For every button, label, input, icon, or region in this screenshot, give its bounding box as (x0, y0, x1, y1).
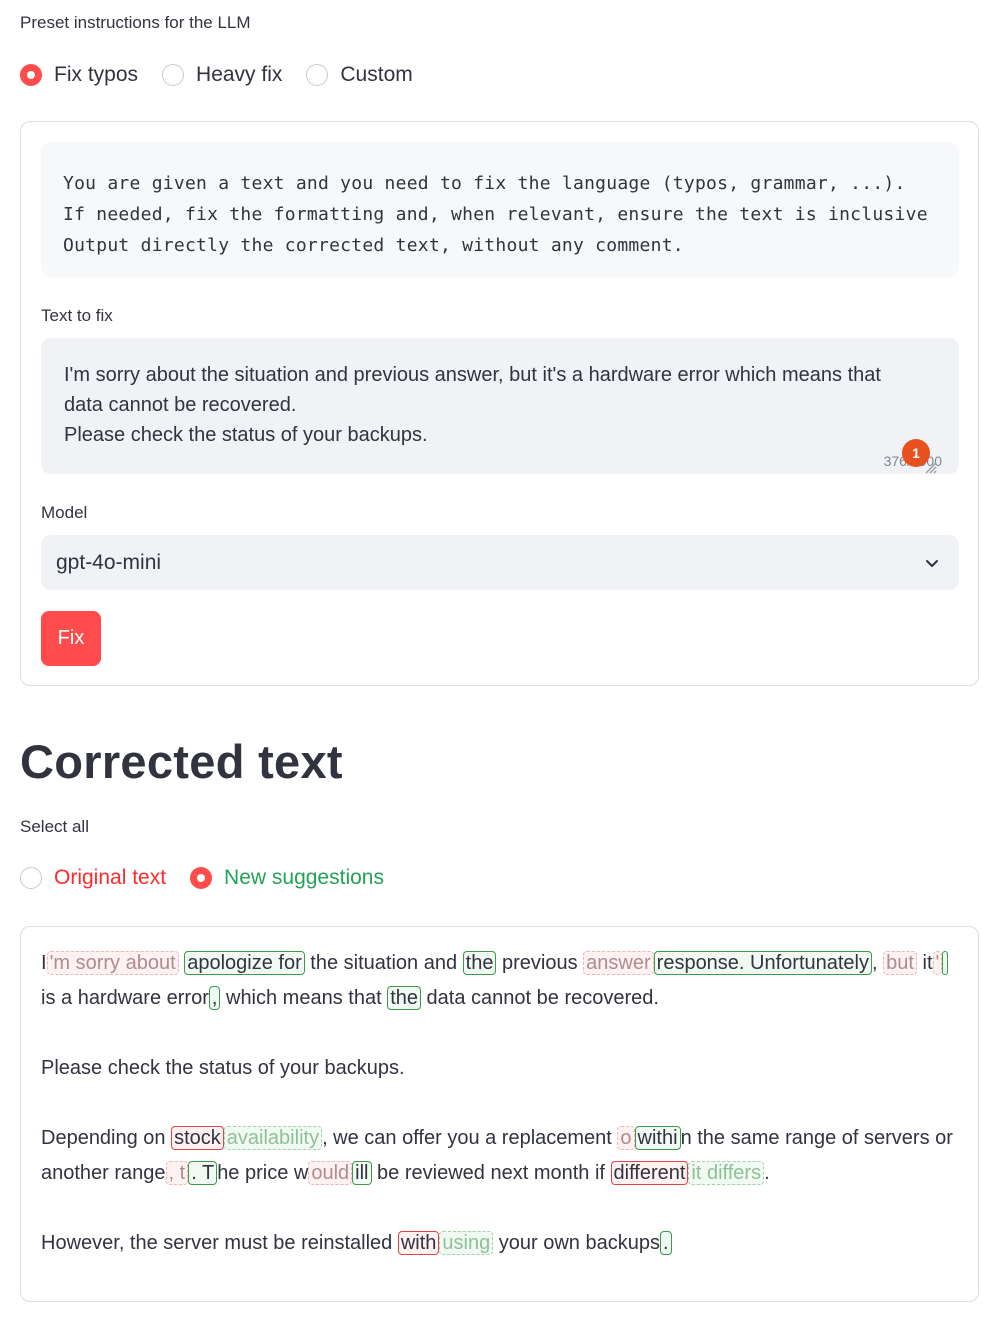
model-label: Model (41, 503, 88, 522)
selectable-deletion[interactable]: with (397, 1231, 440, 1255)
text-segment: I (41, 952, 47, 974)
selectable-deletion[interactable]: stock (171, 1126, 224, 1150)
prompt-line: Output directly the corrected text, with… (63, 235, 684, 256)
prompt-line: You are given a text and you need to fix… (63, 173, 906, 194)
inserted-segment[interactable]: apologize for (184, 951, 305, 975)
select-option-label: Original text (54, 866, 167, 889)
text-segment: your own backups (493, 1232, 660, 1254)
preset-label: Preset instructions for the LLM (20, 13, 251, 32)
resize-handle-icon[interactable] (923, 460, 937, 474)
text-segment: However, the server must be reinstalled (41, 1232, 398, 1254)
deleted-segment[interactable]: answer (583, 951, 654, 975)
text-segment: be reviewed next month if (371, 1162, 611, 1184)
radio-unselected-icon (20, 867, 42, 889)
inserted-segment[interactable]: the (387, 986, 421, 1010)
inserted-segment[interactable] (942, 951, 949, 975)
text-segment: previous (496, 952, 584, 974)
text-to-fix-label: Text to fix (41, 306, 113, 325)
text-segment: which means that (220, 987, 388, 1009)
text-segment: it (916, 952, 933, 974)
radio-unselected-icon (306, 64, 329, 86)
corrected-paragraph: Please check the status of your backups. (41, 1051, 958, 1086)
inserted-segment[interactable]: . T (188, 1161, 218, 1185)
selectable-insertion[interactable]: using (439, 1231, 494, 1255)
text-segment: he price w (217, 1162, 309, 1184)
radio-unselected-icon (162, 64, 185, 86)
text-to-fix-input[interactable]: I'm sorry about the situation and previo… (41, 338, 959, 474)
fix-button[interactable]: Fix (41, 611, 101, 666)
deleted-segment[interactable]: but (883, 951, 917, 975)
select-all-radio-group: Original text New suggestions (20, 866, 408, 890)
inserted-segment[interactable]: ill (352, 1161, 372, 1185)
radio-selected-icon (190, 867, 213, 889)
corrected-paragraph: I'm sorry about apologize for the situat… (41, 946, 958, 1016)
inserted-segment[interactable]: the (462, 951, 497, 975)
prompt-line: If needed, fix the formatting and, when … (63, 204, 928, 225)
model-select-value: gpt-4o-mini (56, 550, 162, 574)
select-option-new-suggestions[interactable]: New suggestions (190, 866, 384, 890)
text-segment: data cannot be recovered. (421, 987, 659, 1009)
selectable-insertion[interactable]: availability (223, 1126, 323, 1150)
preset-option-label: Custom (340, 63, 413, 86)
preset-option-label: Heavy fix (196, 63, 283, 86)
preset-radio-group: Fix typos Heavy fix Custom (20, 63, 437, 87)
preset-option-custom[interactable]: Custom (306, 63, 413, 87)
textarea-line: Please check the status of your backups. (64, 424, 428, 446)
corrected-text-panel: I'm sorry about apologize for the situat… (20, 926, 979, 1302)
select-option-label: New suggestions (224, 866, 384, 889)
inserted-segment[interactable]: response. Unfortunately (653, 951, 872, 975)
preset-option-fix-typos[interactable]: Fix typos (20, 63, 138, 87)
corrected-paragraph: Depending on stock availability, we can o… (41, 1121, 958, 1191)
model-select[interactable]: gpt-4o-mini (41, 535, 959, 590)
text-segment: . (764, 1162, 770, 1184)
preset-option-label: Fix typos (54, 63, 139, 86)
radio-selected-icon (20, 64, 42, 86)
deleted-segment[interactable]: 'm sorry about (46, 951, 179, 975)
text-segment: s a hardware erro (45, 987, 203, 1009)
deleted-segment[interactable]: ould (308, 1161, 353, 1185)
textarea-line: I'm sorry about the situation and previo… (64, 364, 881, 386)
select-all-label: Select all (20, 817, 89, 836)
deleted-segment[interactable]: , t (165, 1161, 189, 1185)
text-segment: Please check the status of your backups. (41, 1057, 405, 1079)
inserted-segment[interactable]: , (208, 986, 221, 1010)
preset-option-heavy-fix[interactable]: Heavy fix (162, 63, 282, 87)
text-segment: Depending on (41, 1127, 172, 1149)
text-segment: , (872, 952, 884, 974)
inserted-segment[interactable]: . (659, 1231, 672, 1255)
inserted-segment[interactable]: withi (634, 1126, 681, 1150)
selectable-insertion[interactable]: it differs (688, 1161, 765, 1185)
chevron-down-icon (926, 560, 938, 567)
text-segment: , we can offer you a replacement (322, 1127, 618, 1149)
selectable-deletion[interactable]: different (610, 1161, 689, 1185)
text-segment: r (202, 987, 209, 1009)
deleted-segment[interactable]: o (617, 1126, 635, 1150)
corrected-paragraph: However, the server must be reinstalled … (41, 1226, 958, 1261)
select-option-original[interactable]: Original text (20, 866, 166, 890)
textarea-line: data cannot be recovered. (64, 394, 297, 416)
fix-form: You are given a text and you need to fix… (20, 121, 979, 686)
deleted-segment[interactable]: ' (932, 951, 943, 975)
prompt-code-block: You are given a text and you need to fix… (41, 142, 959, 277)
text-segment: the situation and (304, 952, 463, 974)
page-title: Corrected text (20, 735, 343, 788)
